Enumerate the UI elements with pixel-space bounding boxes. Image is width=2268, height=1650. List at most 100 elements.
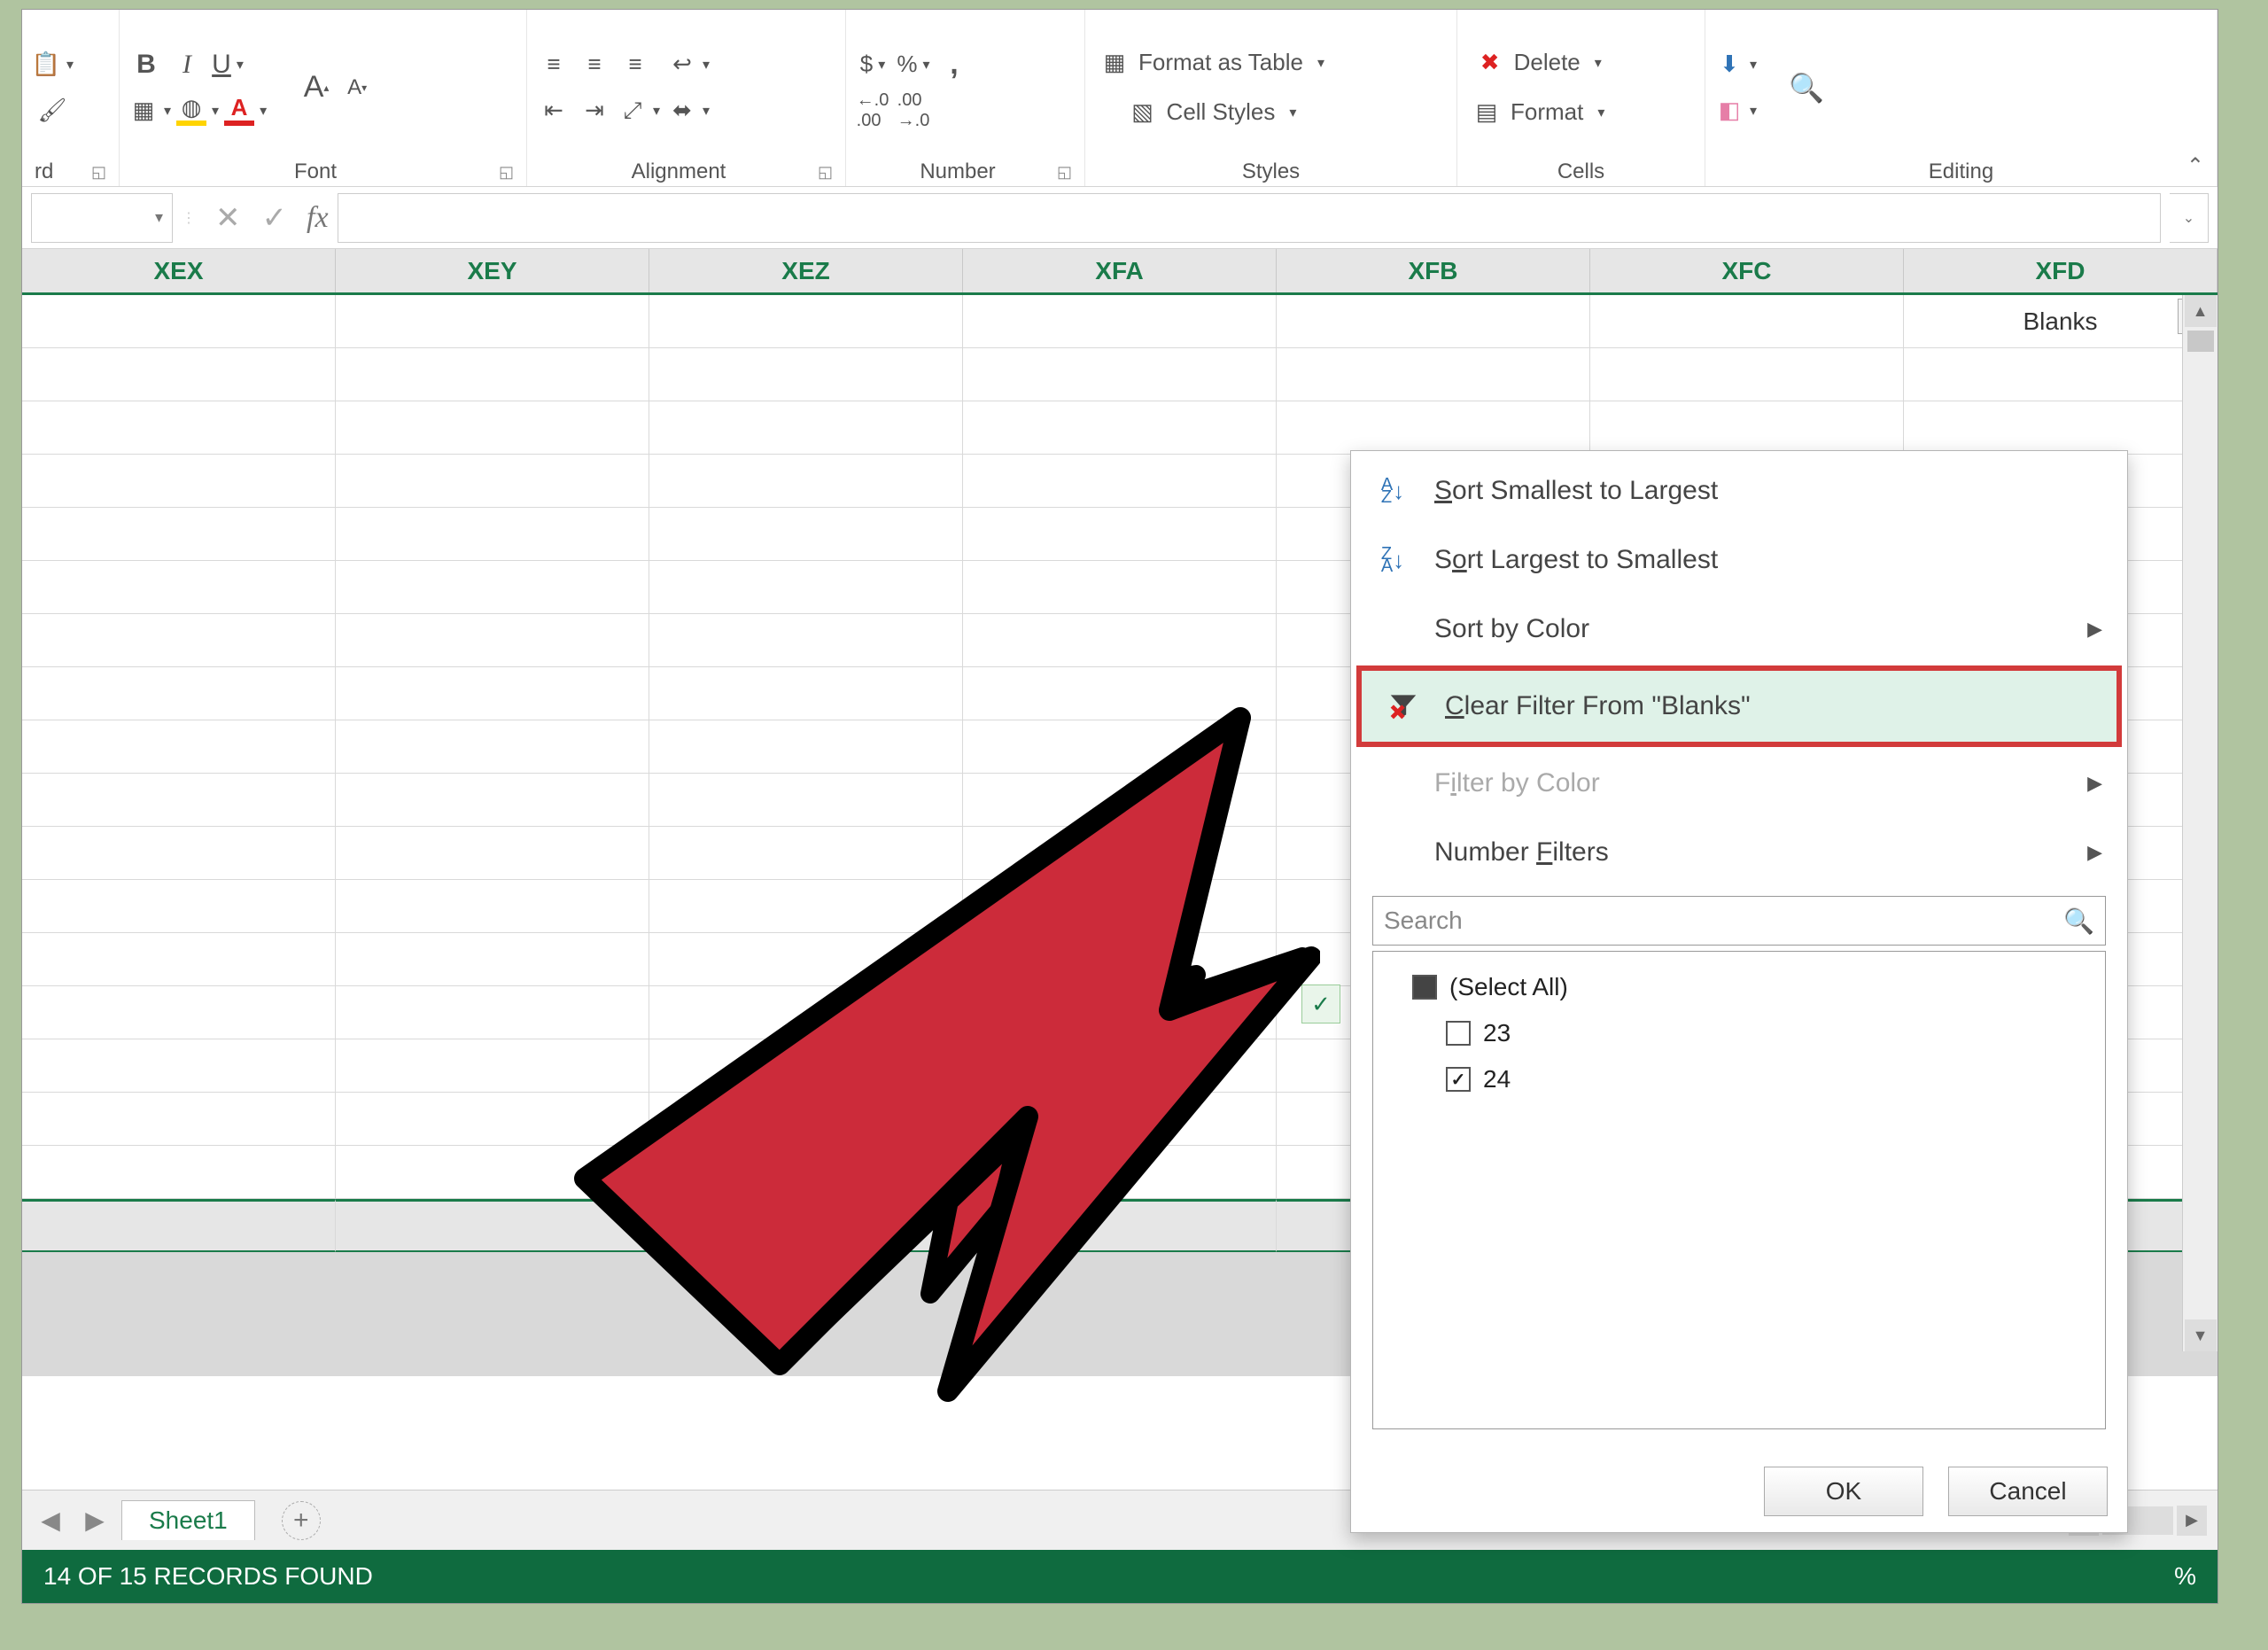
search-placeholder: Search	[1384, 907, 1463, 935]
scroll-up-icon[interactable]: ▲	[2185, 295, 2217, 327]
dialog-launcher-icon[interactable]: ◱	[1057, 163, 1072, 182]
cell-styles-button[interactable]: ▧Cell Styles	[1094, 92, 1330, 133]
scroll-down-icon[interactable]: ▼	[2185, 1319, 2217, 1351]
cancel-formula-icon[interactable]: ✕	[215, 200, 241, 236]
autofilter-menu: ✓ AZ↓ Sort Smallest to Largest ZA↓ Sort …	[1350, 450, 2128, 1533]
ok-button[interactable]: OK	[1764, 1467, 1923, 1516]
format-as-table-button[interactable]: ▦Format as Table	[1094, 43, 1330, 83]
clear-filter-icon	[1386, 689, 1420, 723]
ribbon: 📋 🖌 rd ◱ B I U ▦ ◍ A	[22, 10, 2218, 187]
clear-filter-item[interactable]: Clear Filter From "Blanks"	[1356, 665, 2122, 747]
underline-button[interactable]: U	[210, 44, 245, 85]
merge-center-button[interactable]: ⬌	[667, 90, 710, 131]
cursor-arrow-overlay	[470, 620, 1320, 1418]
alignment-group-label: Alignment	[632, 160, 726, 184]
align-middle-button[interactable]: ≡	[577, 44, 612, 85]
filter-search-input[interactable]: Search 🔍	[1372, 896, 2106, 946]
submenu-arrow-icon: ▶	[2087, 618, 2102, 641]
search-icon: 🔍	[2063, 907, 2094, 936]
cell[interactable]	[22, 295, 336, 348]
column-header[interactable]: XFA	[963, 249, 1277, 292]
cell[interactable]	[649, 295, 963, 348]
bold-button[interactable]: B	[128, 44, 164, 85]
header-cell-label: Blanks	[2023, 307, 2097, 336]
increase-indent-button[interactable]: ⇥	[577, 90, 612, 131]
status-bar: 14 OF 15 RECORDS FOUND %	[22, 1550, 2218, 1603]
sort-desc-icon: ZA↓	[1376, 543, 1410, 577]
delete-button[interactable]: ✖Delete	[1466, 43, 1610, 83]
expand-formula-bar-button[interactable]: ⌄	[2170, 193, 2209, 243]
zoom-percent: %	[2174, 1562, 2196, 1591]
font-group-label: Font	[294, 160, 337, 184]
column-header[interactable]: XFC	[1590, 249, 1904, 292]
scroll-right-icon[interactable]: ▶	[2177, 1506, 2207, 1536]
comma-button[interactable]: ,	[936, 44, 972, 85]
column-header[interactable]: XEY	[336, 249, 649, 292]
decrease-decimal-button[interactable]: .00→.0	[896, 90, 931, 131]
collapse-ribbon-button[interactable]: ⌃	[2186, 153, 2204, 179]
filter-value-checkbox[interactable]: 23	[1446, 1010, 2089, 1056]
prev-sheet-button[interactable]: ◀	[33, 1503, 68, 1538]
fx-label[interactable]: fx	[307, 201, 329, 235]
enter-formula-icon[interactable]: ✓	[262, 200, 288, 236]
fill-color-button[interactable]: ◍	[176, 90, 219, 131]
sort-asc-icon: AZ↓	[1376, 474, 1410, 508]
submenu-arrow-icon: ▶	[2087, 841, 2102, 864]
filter-value-checkbox[interactable]: 24	[1446, 1056, 2089, 1102]
name-box[interactable]	[31, 193, 173, 243]
format-painter-button[interactable]: 🖌	[31, 90, 74, 131]
font-color-button[interactable]: A	[224, 90, 267, 131]
orientation-button[interactable]: ⤢	[617, 90, 660, 131]
sort-desc-item[interactable]: ZA↓ Sort Largest to Smallest	[1351, 525, 2127, 595]
clipboard-label: rd	[35, 160, 53, 184]
vertical-scrollbar[interactable]: ▲ ▼	[2182, 295, 2218, 1351]
filter-by-color-item: Filter by Color ▶	[1351, 749, 2127, 818]
fill-button[interactable]: ⬇	[1714, 44, 1757, 85]
percent-button[interactable]: %	[896, 44, 931, 85]
cancel-button[interactable]: Cancel	[1948, 1467, 2108, 1516]
grow-font-button[interactable]: A▴	[299, 67, 334, 108]
scroll-thumb[interactable]	[2187, 331, 2214, 352]
paste-button[interactable]: 📋	[31, 44, 74, 85]
dialog-launcher-icon[interactable]: ◱	[818, 163, 833, 182]
dialog-launcher-icon[interactable]: ◱	[91, 163, 106, 182]
shrink-font-button[interactable]: A▾	[339, 67, 375, 108]
format-button[interactable]: ▤Format	[1466, 92, 1610, 133]
editing-group-label: Editing	[1929, 160, 1993, 184]
cell[interactable]	[963, 295, 1277, 348]
cells-group-label: Cells	[1557, 160, 1604, 184]
align-bottom-button[interactable]: ≡	[617, 44, 653, 85]
header-cell-blanks[interactable]: Blanks	[1904, 295, 2218, 348]
dialog-launcher-icon[interactable]: ◱	[499, 163, 514, 182]
clear-button[interactable]: ◧	[1714, 90, 1757, 131]
column-header[interactable]: XEZ	[649, 249, 963, 292]
column-headers: XEX XEY XEZ XFA XFB XFC XFD	[22, 249, 2218, 295]
status-records: 14 OF 15 RECORDS FOUND	[43, 1562, 373, 1591]
number-group-label: Number	[920, 160, 995, 184]
cell[interactable]	[1277, 295, 1590, 348]
number-filters-item[interactable]: Number Filters ▶	[1351, 818, 2127, 887]
wrap-text-button[interactable]: ↩	[667, 44, 710, 85]
new-sheet-button[interactable]: +	[282, 1501, 321, 1540]
currency-button[interactable]: $	[855, 44, 890, 85]
align-top-button[interactable]: ≡	[536, 44, 571, 85]
decrease-indent-button[interactable]: ⇤	[536, 90, 571, 131]
column-header[interactable]: XFB	[1277, 249, 1590, 292]
cell[interactable]	[336, 295, 649, 348]
column-header[interactable]: XFD	[1904, 249, 2218, 292]
next-sheet-button[interactable]: ▶	[77, 1503, 113, 1538]
sort-by-color-item[interactable]: Sort by Color ▶	[1351, 595, 2127, 664]
sort-asc-item[interactable]: AZ↓ Sort Smallest to Largest	[1351, 456, 2127, 525]
italic-button[interactable]: I	[169, 44, 205, 85]
filter-values-list[interactable]: (Select All) 23 24	[1372, 951, 2106, 1429]
sheet-tab[interactable]: Sheet1	[121, 1500, 255, 1540]
submenu-arrow-icon: ▶	[2087, 772, 2102, 795]
increase-decimal-button[interactable]: ←.0.00	[855, 90, 890, 131]
column-header[interactable]: XEX	[22, 249, 336, 292]
styles-group-label: Styles	[1242, 160, 1300, 184]
find-select-button[interactable]: 🔍	[1789, 67, 1824, 108]
select-all-checkbox[interactable]: (Select All)	[1412, 964, 2089, 1010]
borders-button[interactable]: ▦	[128, 90, 171, 131]
formula-input[interactable]	[338, 193, 2161, 243]
cell[interactable]	[1590, 295, 1904, 348]
